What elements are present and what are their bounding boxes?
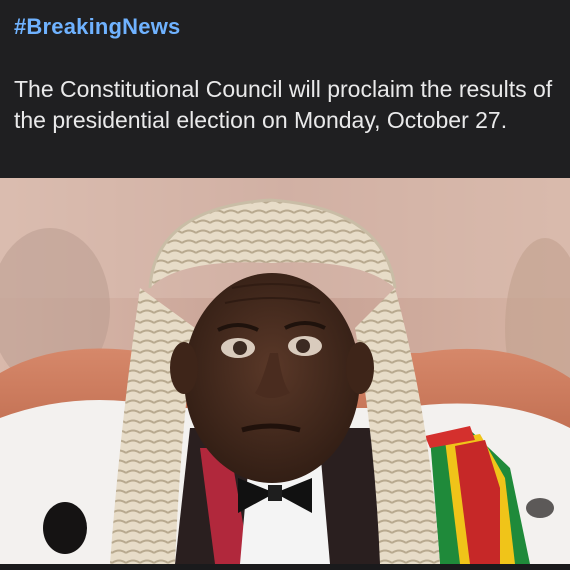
news-post: #BreakingNews The Constitutional Council… [0, 0, 570, 570]
judge-photo-illustration [0, 178, 570, 564]
hashtag-link[interactable]: #BreakingNews [14, 14, 180, 40]
post-photo[interactable] [0, 178, 570, 564]
post-text: The Constitutional Council will proclaim… [14, 76, 553, 133]
bottom-divider [0, 564, 570, 570]
